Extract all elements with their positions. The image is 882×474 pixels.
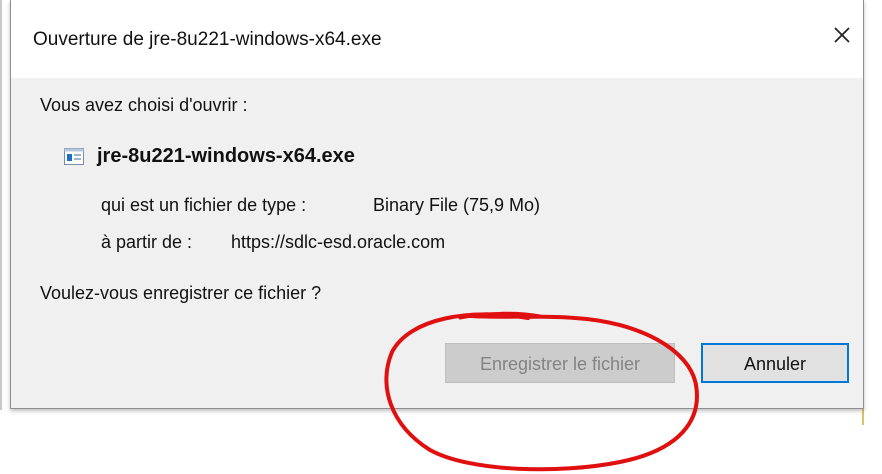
file-type-value: Binary File (75,9 Mo) [373, 195, 541, 215]
dialog-titlebar: Ouverture de jre-8u221-windows-x64.exe [11, 0, 863, 78]
file-name: jre-8u221-windows-x64.exe [97, 145, 355, 167]
screen: Ouverture de jre-8u221-windows-x64.exe V… [0, 0, 882, 474]
download-dialog: Ouverture de jre-8u221-windows-x64.exe V… [10, 0, 864, 409]
file-source-value: https://sdlc-esd.oracle.com [231, 232, 446, 252]
file-source-label: à partir de : [101, 232, 193, 252]
save-button[interactable]: Enregistrer le fichier [445, 343, 675, 383]
cancel-button[interactable]: Annuler [701, 343, 849, 383]
save-question: Voulez-vous enregistrer ce fichier ? [40, 283, 322, 303]
dialog-title: Ouverture de jre-8u221-windows-x64.exe [33, 29, 382, 50]
close-icon[interactable] [829, 22, 855, 48]
open-prompt: Vous avez choisi d'ouvrir : [40, 95, 248, 115]
file-type-label: qui est un fichier de type : [101, 195, 307, 215]
background-page-edge [0, 0, 2, 410]
executable-file-icon [64, 148, 84, 165]
